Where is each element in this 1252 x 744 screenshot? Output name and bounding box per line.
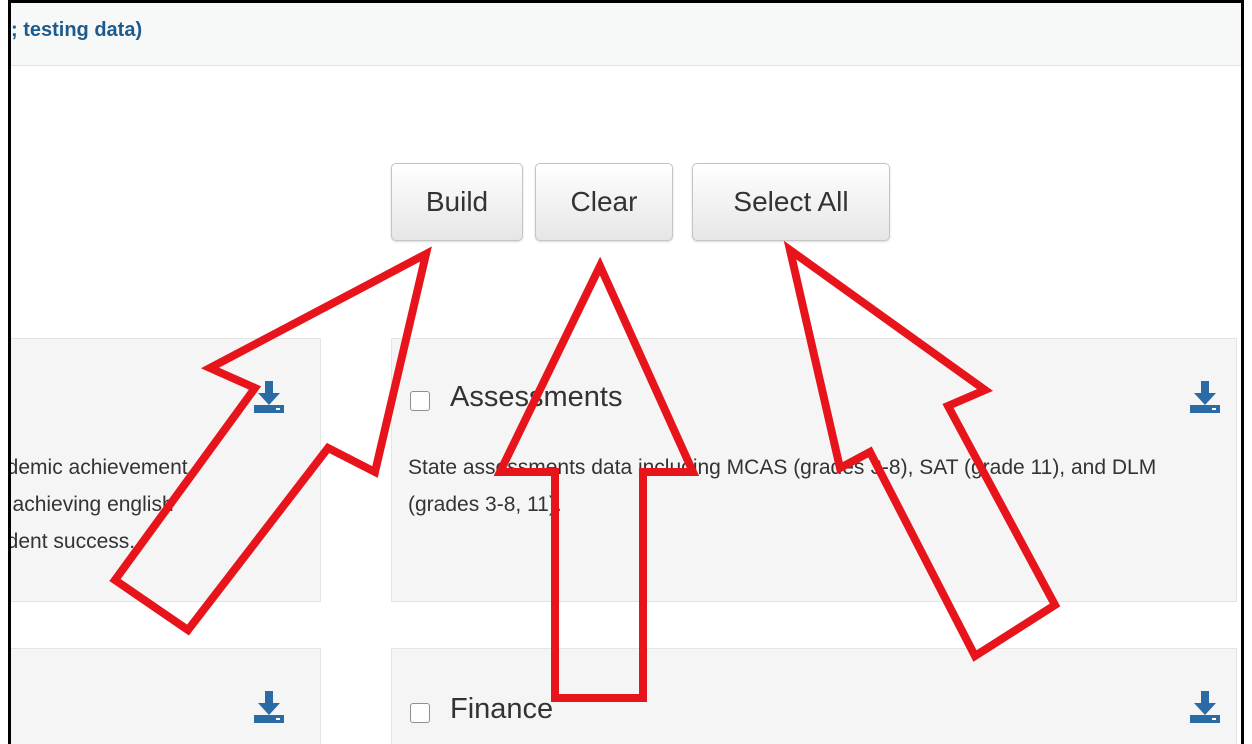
data-category-card — [11, 648, 321, 744]
card-title: Finance — [450, 693, 554, 725]
card-description: State assessments data including MCAS (g… — [408, 456, 1157, 516]
top-bar: ; testing data) — [11, 3, 1241, 66]
header-link[interactable]: ; testing data) — [11, 19, 142, 42]
download-icon[interactable] — [1188, 379, 1222, 415]
download-icon[interactable] — [252, 379, 286, 415]
download-icon[interactable] — [252, 689, 286, 725]
download-icon[interactable] — [1188, 689, 1222, 725]
card-title: Assessments — [450, 381, 623, 413]
data-category-card: ademic achievement, n achieving english … — [8, 338, 321, 602]
description-line: udent success. — [8, 530, 136, 553]
assessments-checkbox[interactable] — [410, 391, 430, 411]
description-line: n achieving english — [8, 493, 174, 516]
assessments-card: Assessments State assessments data inclu… — [391, 338, 1237, 602]
description-line: ademic achievement, — [8, 456, 194, 479]
finance-checkbox[interactable] — [410, 703, 430, 723]
clear-button[interactable]: Clear — [535, 163, 673, 241]
finance-card: Finance — [391, 648, 1237, 744]
select-all-button[interactable]: Select All — [692, 163, 890, 241]
build-button[interactable]: Build — [391, 163, 523, 241]
page-frame: ; testing data) Build Clear Select All a… — [8, 0, 1244, 744]
card-description: ademic achievement, n achieving english … — [8, 449, 302, 560]
